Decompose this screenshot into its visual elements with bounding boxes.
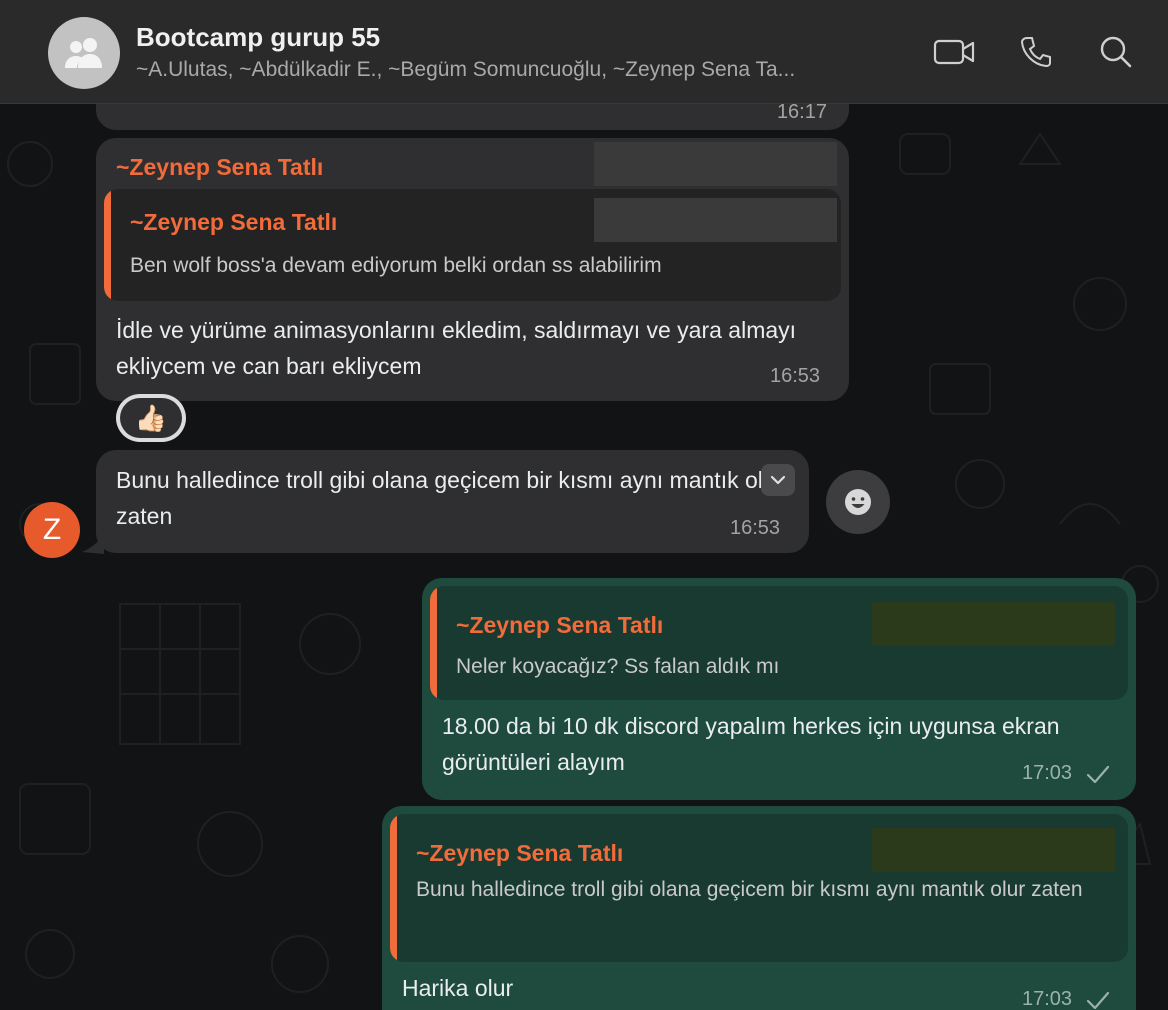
reaction-chip[interactable]: 👍🏻 bbox=[116, 394, 186, 442]
voice-call-button[interactable] bbox=[1014, 32, 1058, 72]
redacted-phone bbox=[872, 602, 1115, 646]
redacted-phone bbox=[594, 142, 837, 186]
emoji-icon bbox=[845, 489, 871, 515]
react-button[interactable] bbox=[826, 470, 890, 534]
thumbs-up-reaction: 👍🏻 bbox=[120, 398, 182, 438]
message-time: 17:03 bbox=[1022, 988, 1073, 1010]
group-avatar[interactable] bbox=[48, 17, 120, 89]
message-bubble-outgoing[interactable]: ~Zeynep Sena Tatlı Bunu halledince troll… bbox=[382, 806, 1136, 1010]
video-call-button[interactable] bbox=[932, 32, 976, 72]
redacted-phone bbox=[872, 828, 1115, 872]
quoted-message[interactable]: ~Zeynep Sena Tatlı Neler koyacağız? Ss f… bbox=[430, 586, 1128, 700]
chevron-down-icon bbox=[770, 475, 786, 485]
search-icon bbox=[1100, 36, 1132, 68]
sender-name[interactable]: ~Zeynep Sena Tatlı bbox=[116, 154, 323, 181]
message-time: 16:17 bbox=[776, 104, 827, 123]
quoted-message[interactable]: ~Zeynep Sena Tatlı Ben wolf boss'a devam… bbox=[104, 189, 841, 301]
message-options-button[interactable] bbox=[761, 464, 795, 496]
redacted-phone bbox=[594, 198, 837, 242]
phone-icon bbox=[1020, 37, 1051, 68]
message-bubble-incoming[interactable]: ~Zeynep Sena Tatlı ~Zeynep Sena Tatlı Be… bbox=[96, 138, 849, 401]
sender-avatar[interactable]: Z bbox=[24, 502, 80, 558]
quote-text: Neler koyacağız? Ss falan aldık mı bbox=[456, 655, 780, 678]
quote-accent-bar bbox=[104, 189, 111, 301]
video-call-icon bbox=[933, 39, 975, 65]
quoted-message[interactable]: ~Zeynep Sena Tatlı Bunu halledince troll… bbox=[390, 814, 1128, 962]
message-text: Bunu halledince troll gibi olana geçicem… bbox=[116, 467, 784, 529]
message-bubble-incoming[interactable]: Bunu halledince troll gibi olana geçicem… bbox=[96, 450, 809, 553]
quote-accent-bar bbox=[390, 814, 397, 962]
message-text: Harika olur bbox=[402, 975, 514, 1001]
message-bubble-incoming[interactable]: 16:17 bbox=[96, 104, 849, 130]
quote-sender: ~Zeynep Sena Tatlı bbox=[416, 840, 624, 866]
chat-title[interactable]: Bootcamp gurup 55 bbox=[136, 22, 380, 53]
message-time: 16:53 bbox=[730, 517, 781, 539]
check-icon bbox=[1086, 991, 1110, 1010]
quote-sender: ~Zeynep Sena Tatlı bbox=[456, 612, 664, 638]
quote-text: Bunu halledince troll gibi olana geçicem… bbox=[416, 878, 1083, 901]
check-icon bbox=[1086, 765, 1110, 784]
message-text: 18.00 da bi 10 dk discord yapalım herkes… bbox=[442, 713, 1060, 775]
quote-text: Ben wolf boss'a devam ediyorum belki ord… bbox=[130, 254, 662, 277]
group-icon bbox=[65, 38, 102, 68]
search-button[interactable] bbox=[1094, 32, 1138, 72]
message-list[interactable]: 16:17 ~Zeynep Sena Tatlı ~Zeynep Sena Ta… bbox=[0, 104, 1168, 1010]
participants-list[interactable]: ~A.Ulutas, ~Abdülkadir E., ~Begüm Somunc… bbox=[136, 58, 795, 82]
quote-sender: ~Zeynep Sena Tatlı bbox=[130, 209, 338, 235]
message-time: 17:03 bbox=[1022, 762, 1073, 784]
quote-accent-bar bbox=[430, 586, 437, 700]
chat-header[interactable]: Bootcamp gurup 55 ~A.Ulutas, ~Abdülkadir… bbox=[0, 0, 1168, 104]
message-text: İdle ve yürüme animasyonlarını ekledim, … bbox=[116, 317, 797, 379]
message-bubble-outgoing[interactable]: ~Zeynep Sena Tatlı Neler koyacağız? Ss f… bbox=[422, 578, 1136, 800]
message-time: 16:53 bbox=[770, 365, 821, 387]
